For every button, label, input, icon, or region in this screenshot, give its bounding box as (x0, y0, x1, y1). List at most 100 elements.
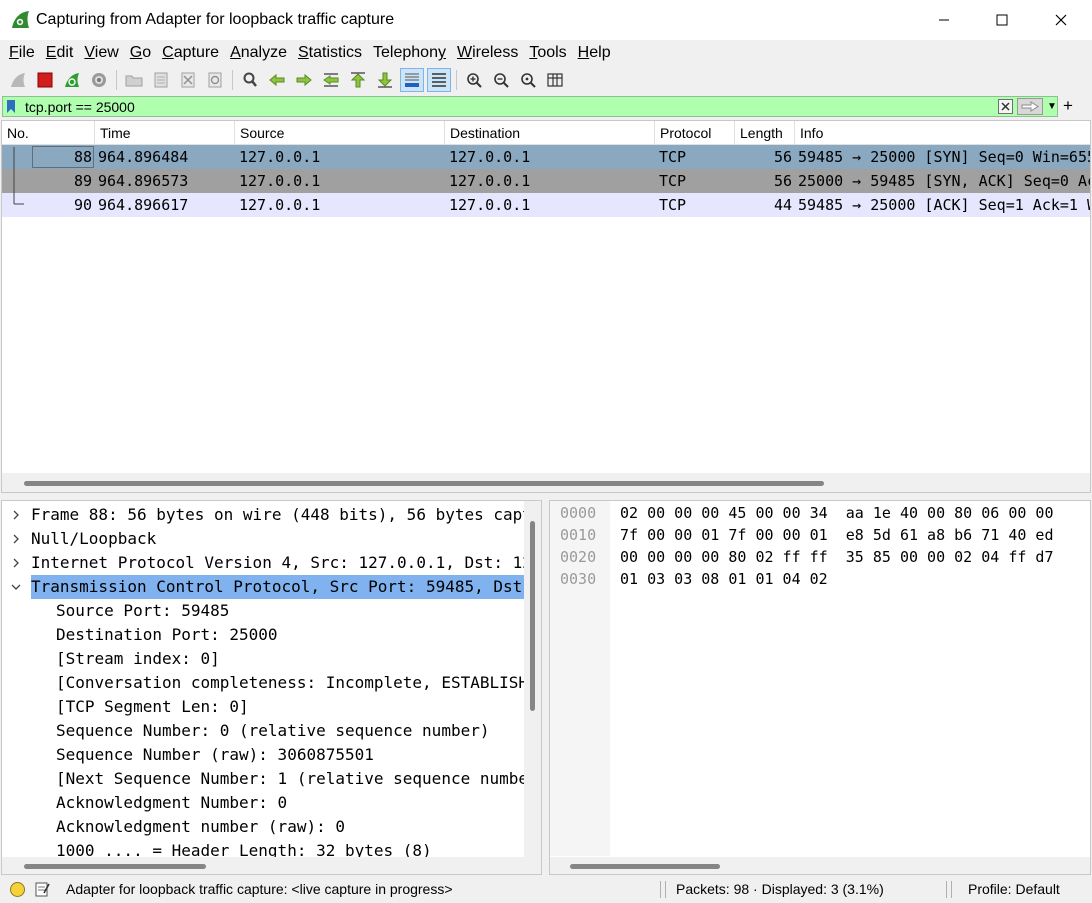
protocol-tree-field[interactable]: Sequence Number: 0 (relative sequence nu… (2, 719, 524, 743)
packet-cell-protocol: TCP (659, 196, 687, 214)
column-header-info[interactable]: Info (795, 121, 1090, 145)
details-horizontal-scrollbar[interactable] (2, 857, 541, 874)
tree-item-text: Sequence Number (raw): 3060875501 (56, 745, 374, 764)
menu-tools[interactable]: Tools (524, 44, 571, 62)
auto-scroll-button[interactable] (400, 68, 424, 92)
display-filter-input[interactable] (25, 98, 985, 115)
packet-cell-protocol: TCP (659, 172, 687, 190)
column-header-destination[interactable]: Destination (445, 121, 655, 145)
capture-options-button[interactable] (87, 68, 111, 92)
menu-bar: File Edit View Go Capture Analyze Statistics Te… (0, 40, 1092, 66)
bytes-horizontal-scrollbar[interactable] (550, 857, 1090, 874)
maximize-button[interactable] (973, 0, 1031, 40)
protocol-tree-field[interactable]: Source Port: 59485 (2, 599, 524, 623)
packet-bytes-pane: 0000 02 00 00 00 45 00 00 34 aa 1e 40 00 … (549, 500, 1091, 875)
scrollbar-thumb[interactable] (24, 481, 824, 486)
protocol-tree-item[interactable]: Transmission Control Protocol, Src Port:… (2, 575, 524, 599)
colorize-button[interactable] (427, 68, 451, 92)
column-header-source[interactable]: Source (235, 121, 445, 145)
go-forward-icon (296, 73, 312, 87)
stop-capture-button[interactable] (33, 68, 57, 92)
menu-view[interactable]: View (79, 44, 123, 62)
minimize-button[interactable] (915, 0, 973, 40)
packet-row[interactable]: 88 964.896484 127.0.0.1 127.0.0.1 TCP 56 59485… (2, 145, 1090, 169)
hex-bytes[interactable]: 00 00 00 00 80 02 ff ff 35 85 00 00 02 0… (620, 546, 1053, 568)
chevron-right-icon[interactable] (10, 551, 22, 575)
scrollbar-thumb[interactable] (24, 864, 206, 869)
menu-wireless[interactable]: Wireless (452, 44, 523, 62)
tree-item-text: [Conversation completeness: Incomplete, … (56, 673, 524, 692)
start-capture-button[interactable] (6, 68, 30, 92)
save-file-button[interactable] (149, 68, 173, 92)
find-packet-button[interactable] (238, 68, 262, 92)
filter-history-dropdown[interactable]: ▼ (1046, 99, 1058, 114)
profile-text[interactable]: Profile: Default (968, 881, 1060, 897)
packet-list-horizontal-scrollbar[interactable] (2, 473, 1090, 492)
scrollbar-thumb[interactable] (530, 521, 535, 711)
menu-help[interactable]: Help (573, 44, 616, 62)
protocol-tree-field[interactable]: Acknowledgment Number: 0 (2, 791, 524, 815)
hex-offset: 0000 (560, 504, 597, 522)
protocol-tree-field[interactable]: Sequence Number (raw): 3060875501 (2, 743, 524, 767)
go-last-button[interactable] (373, 68, 397, 92)
hex-dump-row: 0000 02 00 00 00 45 00 00 34 aa 1e 40 00 … (550, 502, 1090, 524)
column-header-no[interactable]: No. (2, 121, 95, 145)
add-filter-button[interactable]: + (1061, 96, 1075, 117)
menu-statistics[interactable]: Statistics (293, 44, 367, 62)
zoom-out-button[interactable] (489, 68, 513, 92)
capture-comment-icon[interactable] (34, 881, 50, 897)
go-back-button[interactable] (265, 68, 289, 92)
column-header-length[interactable]: Length (735, 121, 795, 145)
expert-info-indicator-icon[interactable] (10, 882, 25, 897)
open-file-button[interactable] (122, 68, 146, 92)
hex-bytes[interactable]: 7f 00 00 01 7f 00 00 01 e8 5d 61 a8 b6 7… (620, 524, 1053, 546)
hex-bytes[interactable]: 01 03 03 08 01 01 04 02 (620, 568, 828, 590)
packet-cell-protocol: TCP (659, 148, 687, 166)
scrollbar-thumb[interactable] (570, 864, 720, 869)
protocol-tree-field[interactable]: [TCP Segment Len: 0] (2, 695, 524, 719)
details-vertical-scrollbar[interactable] (524, 501, 541, 857)
protocol-tree-field[interactable]: [Conversation completeness: Incomplete, … (2, 671, 524, 695)
protocol-tree-item[interactable]: Internet Protocol Version 4, Src: 127.0.… (2, 551, 524, 575)
menu-go[interactable]: Go (125, 44, 156, 62)
protocol-tree-item[interactable]: Null/Loopback (2, 527, 524, 551)
zoom-in-button[interactable] (462, 68, 486, 92)
apply-filter-arrow-icon[interactable] (1017, 98, 1043, 115)
packet-row[interactable]: 89 964.896573 127.0.0.1 127.0.0.1 TCP 56 25000… (2, 169, 1090, 193)
column-header-time[interactable]: Time (95, 121, 235, 145)
normal-size-button[interactable] (516, 68, 540, 92)
close-button[interactable] (1032, 0, 1090, 40)
protocol-tree-item[interactable]: Frame 88: 56 bytes on wire (448 bits), 5… (2, 503, 524, 527)
open-file-icon (125, 75, 143, 87)
menu-analyze[interactable]: Analyze (225, 44, 292, 62)
packet-row[interactable]: 90 964.896617 127.0.0.1 127.0.0.1 TCP 44 59485… (2, 193, 1090, 217)
packet-list-header: No. Time Source Destination Protocol Len… (2, 121, 1090, 145)
chevron-right-icon[interactable] (10, 527, 22, 551)
go-to-packet-icon (323, 73, 339, 87)
related-packets-indicator-icon (13, 146, 94, 205)
bookmark-icon[interactable] (6, 99, 16, 114)
capture-options-icon (92, 73, 106, 87)
menu-telephony[interactable]: Telephony (368, 44, 451, 62)
clear-filter-icon[interactable] (998, 99, 1013, 114)
menu-capture[interactable]: Capture (157, 44, 224, 62)
close-file-button[interactable] (176, 68, 200, 92)
menu-accelerator-key: W (456, 44, 473, 61)
hex-bytes[interactable]: 02 00 00 00 45 00 00 34 aa 1e 40 00 80 0… (620, 502, 1053, 524)
protocol-tree-field[interactable]: Acknowledgment number (raw): 0 (2, 815, 524, 839)
menu-file[interactable]: File (4, 44, 40, 62)
restart-capture-button[interactable] (60, 68, 84, 92)
chevron-right-icon[interactable] (10, 503, 22, 527)
go-first-button[interactable] (346, 68, 370, 92)
protocol-tree-field[interactable]: Destination Port: 25000 (2, 623, 524, 647)
reload-button[interactable] (203, 68, 227, 92)
protocol-tree-field[interactable]: [Next Sequence Number: 1 (relative seque… (2, 767, 524, 791)
go-to-packet-button[interactable] (319, 68, 343, 92)
menu-edit[interactable]: Edit (41, 44, 79, 62)
close-file-icon (181, 72, 195, 88)
protocol-tree-field[interactable]: [Stream index: 0] (2, 647, 524, 671)
chevron-down-icon[interactable] (10, 575, 22, 599)
column-header-protocol[interactable]: Protocol (655, 121, 735, 145)
go-forward-button[interactable] (292, 68, 316, 92)
resize-columns-button[interactable] (543, 68, 567, 92)
